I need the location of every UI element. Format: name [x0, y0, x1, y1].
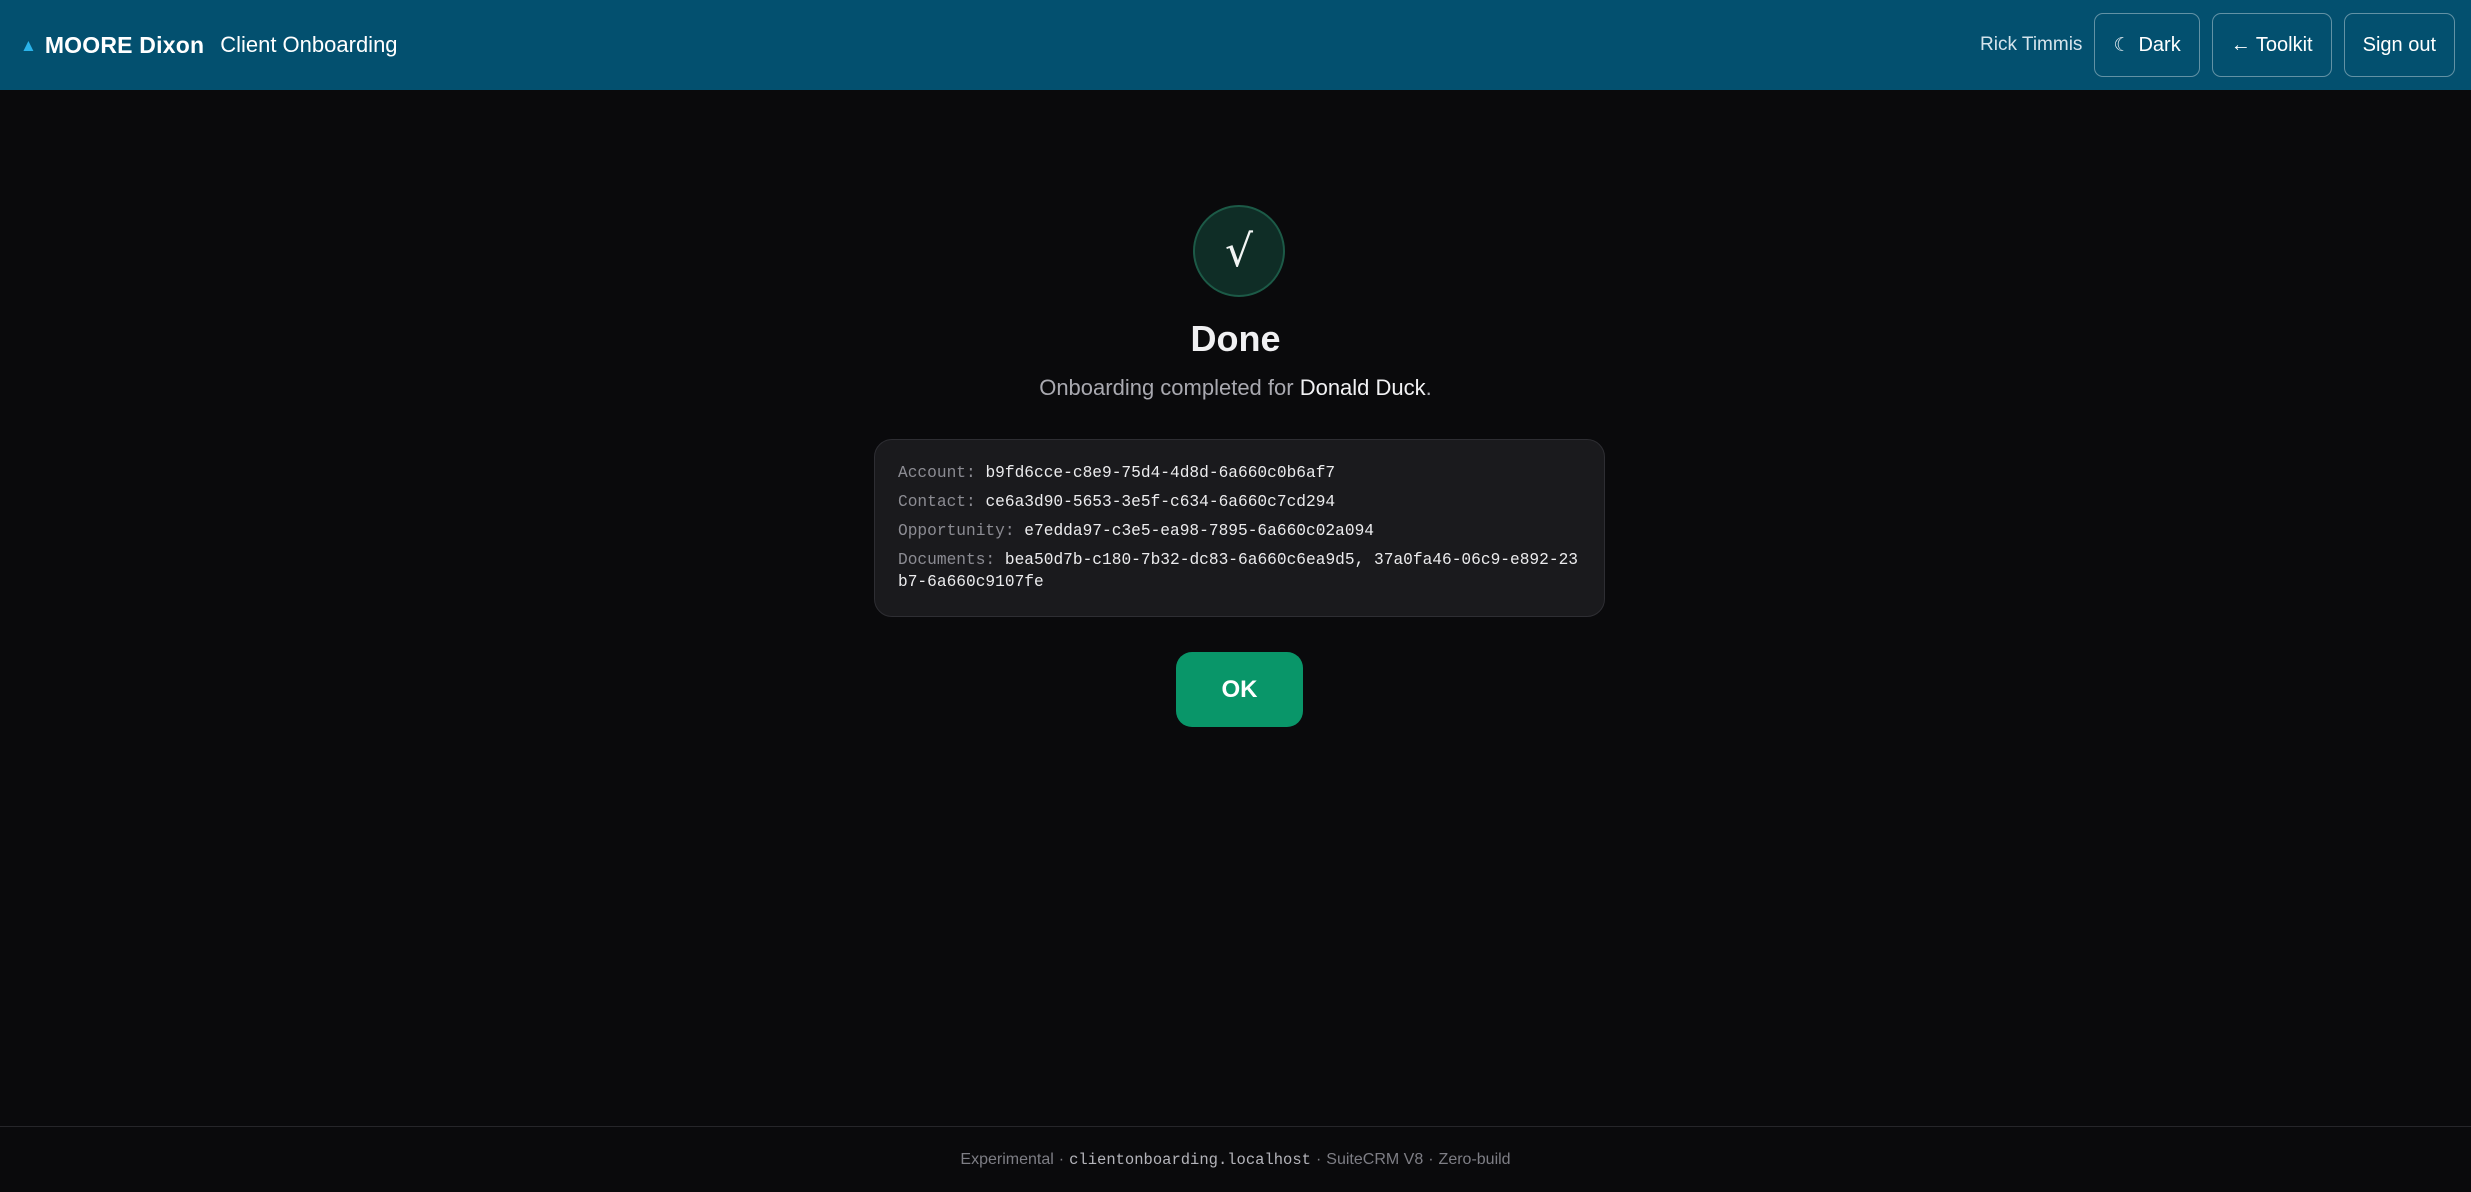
theme-toggle-label: Dark: [2138, 33, 2181, 56]
completion-message-suffix: .: [1425, 375, 1432, 400]
record-ids-panel: Account: b9fd6cce-c8e9-75d4-4d8d-6a660c0…: [874, 439, 1605, 617]
theme-toggle-button[interactable]: ☾ Dark: [2094, 13, 2200, 77]
id-label: Account:: [898, 464, 976, 482]
app-name: Client Onboarding: [220, 32, 398, 57]
id-value: bea50d7b-c180-7b32-dc83-6a660c6ea9d5, 37…: [898, 551, 1579, 591]
id-label: Opportunity:: [898, 522, 1015, 540]
page-title: Done: [1190, 318, 1281, 359]
header-actions: Rick Timmis ☾ Dark ← Toolkit Sign out: [1980, 13, 2455, 77]
ok-button[interactable]: OK: [1176, 652, 1303, 727]
footer-build: Zero-build: [1438, 1150, 1511, 1168]
id-row-account: Account: b9fd6cce-c8e9-75d4-4d8d-6a660c0…: [898, 462, 1582, 484]
user-name: Rick Timmis: [1980, 34, 2083, 55]
moon-icon: ☾: [2113, 34, 2131, 56]
client-name: Donald Duck: [1299, 375, 1426, 400]
toolkit-button[interactable]: ← Toolkit: [2211, 13, 2332, 77]
footer-separator: ·: [1315, 1150, 1322, 1168]
top-bar: ▲ MOORE Dixon Client Onboarding Rick Tim…: [0, 0, 2471, 90]
footer-separator: ·: [1428, 1150, 1434, 1168]
sign-out-button[interactable]: Sign out: [2343, 13, 2455, 77]
footer-separator: ·: [1058, 1150, 1065, 1168]
brand: ▲ MOORE Dixon Client Onboarding: [20, 32, 398, 59]
brand-name: MOORE Dixon: [44, 31, 205, 58]
completion-message: Onboarding completed for Donald Duck.: [0, 375, 2471, 401]
id-value: ce6a3d90-5653-3e5f-c634-6a660c7cd294: [985, 493, 1336, 511]
id-row-contact: Contact: ce6a3d90-5653-3e5f-c634-6a660c7…: [898, 491, 1582, 513]
triangle-up-icon: ▲: [20, 35, 37, 55]
check-icon: √: [1193, 205, 1285, 297]
footer: Experimental · clientonboarding.localhos…: [0, 1126, 2471, 1192]
id-label: Contact:: [898, 493, 976, 511]
id-value: b9fd6cce-c8e9-75d4-4d8d-6a660c0b6af7: [985, 464, 1336, 482]
footer-platform: SuiteCRM V8: [1326, 1150, 1424, 1168]
completion-message-prefix: Onboarding completed for: [1039, 375, 1300, 400]
footer-host: clientonboarding.localhost: [1069, 1150, 1311, 1169]
main-content: √ Done Onboarding completed for Donald D…: [0, 90, 2471, 1126]
id-label: Documents:: [898, 551, 996, 569]
id-row-documents: Documents: bea50d7b-c180-7b32-dc83-6a660…: [898, 549, 1582, 593]
footer-experimental: Experimental: [960, 1150, 1054, 1168]
id-value: e7edda97-c3e5-ea98-7895-6a660c02a094: [1024, 522, 1375, 540]
id-row-opportunity: Opportunity: e7edda97-c3e5-ea98-7895-6a6…: [898, 520, 1582, 542]
